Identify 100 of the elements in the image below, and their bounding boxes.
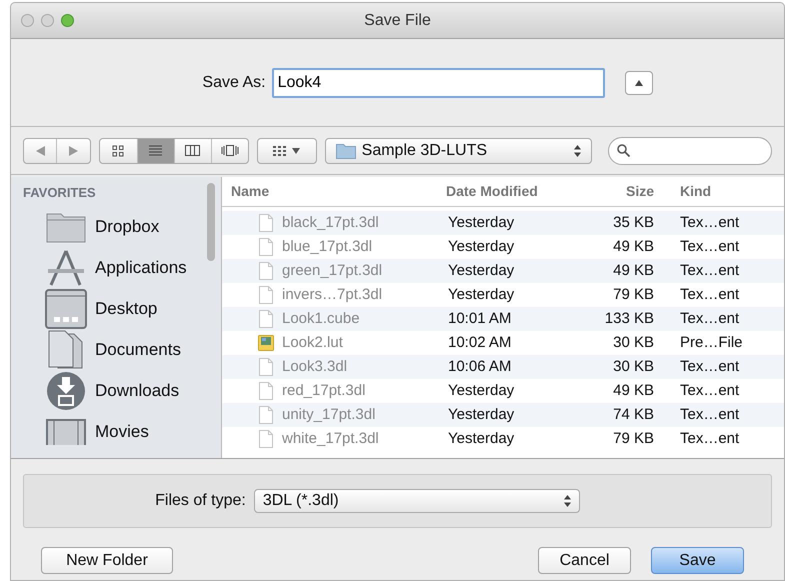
size-cell-text: 30 KB xyxy=(612,356,654,377)
document-icon xyxy=(259,430,273,448)
file-name: Look3.3dl xyxy=(282,356,348,377)
document-icon xyxy=(259,406,273,424)
date-cell-text: 10:02 AM xyxy=(447,332,512,353)
document-icon xyxy=(259,382,273,400)
close-button[interactable] xyxy=(21,14,34,27)
sidebar-item[interactable]: Documents xyxy=(23,330,207,370)
grid-icon xyxy=(273,146,286,156)
download-icon xyxy=(46,371,86,411)
file-row[interactable]: unity_17pt.3dl Yesterday 74 KB Tex…ent xyxy=(222,403,784,427)
icon-view-icon xyxy=(112,144,124,156)
kind-cell-text: Tex…ent xyxy=(680,308,740,329)
column-header[interactable]: Name xyxy=(222,181,436,202)
column-header[interactable]: Date Modified xyxy=(436,181,586,202)
kind-cell-text: Tex…ent xyxy=(680,212,740,233)
file-name: Look1.cube xyxy=(282,308,360,329)
scrollbar-thumb[interactable] xyxy=(207,183,215,261)
size-cell-text: 30 KB xyxy=(612,332,654,353)
file-name: Look2.lut xyxy=(282,332,343,353)
expand-button[interactable] xyxy=(624,70,653,94)
document-icon xyxy=(259,238,273,256)
list-view-icon xyxy=(149,145,162,156)
kind-cell-text: Tex…ent xyxy=(680,404,740,425)
size-cell-text: 79 KB xyxy=(612,428,654,449)
sidebar-item[interactable]: Dropbox xyxy=(23,206,207,248)
file-name: blue_17pt.3dl xyxy=(282,236,372,257)
document-icon xyxy=(259,286,273,304)
file-name: invers…7pt.3dl xyxy=(282,284,382,305)
size-cell-text: 79 KB xyxy=(612,284,654,305)
file-name: green_17pt.3dl xyxy=(282,260,382,281)
file-name: black_17pt.3dl xyxy=(282,212,379,233)
sidebar-heading: FAVORITES xyxy=(23,184,97,202)
date-cell-text: Yesterday xyxy=(447,404,516,425)
kind-cell-text: Tex…ent xyxy=(680,356,740,377)
document-icon xyxy=(259,262,273,280)
file-row[interactable]: Look1.cube 10:01 AM 133 KB Tex…ent xyxy=(222,307,784,331)
right-triangle-icon xyxy=(69,146,78,156)
search-field[interactable] xyxy=(608,136,772,164)
desktop-icon xyxy=(45,289,87,329)
up-down-arrows-icon xyxy=(564,495,571,507)
new-folder-button[interactable]: New Folder xyxy=(41,547,173,574)
size-cell-text: 74 KB xyxy=(612,404,654,425)
left-triangle-icon xyxy=(36,146,44,156)
image-file-icon xyxy=(258,335,274,351)
date-cell-text: Yesterday xyxy=(447,284,516,305)
kind-cell-text: Tex…ent xyxy=(680,284,740,305)
cover-flow-icon xyxy=(220,145,239,156)
window-title: Save File xyxy=(364,10,431,30)
arrange-button[interactable] xyxy=(256,138,317,164)
pencil-ruler-icon xyxy=(45,249,87,287)
date-cell-text: Yesterday xyxy=(447,428,516,449)
cancel-button[interactable]: Cancel xyxy=(538,547,631,574)
file-type-label: Files of type: xyxy=(155,491,246,511)
up-down-arrows-icon xyxy=(574,144,582,156)
caret-up-icon xyxy=(634,80,643,86)
search-icon xyxy=(617,144,630,157)
column-header[interactable]: Kind xyxy=(654,181,712,202)
zoom-button[interactable] xyxy=(61,14,74,27)
date-cell-text: Yesterday xyxy=(447,260,516,281)
save-button[interactable]: Save xyxy=(651,547,744,574)
kind-cell-text: Tex…ent xyxy=(680,428,740,449)
document-icon xyxy=(259,214,273,232)
size-cell-text: 35 KB xyxy=(612,212,654,233)
date-cell-text: Yesterday xyxy=(447,380,516,401)
kind-cell-text: Tex…ent xyxy=(680,236,740,257)
date-cell-text: Yesterday xyxy=(447,212,516,233)
file-row[interactable]: Look3.3dl 10:06 AM 30 KB Tex…ent xyxy=(222,355,784,379)
kind-cell-text: Pre…File xyxy=(680,332,743,353)
column-header[interactable]: Size xyxy=(586,181,654,202)
date-cell-text: 10:06 AM xyxy=(447,356,512,377)
file-name: unity_17pt.3dl xyxy=(282,404,376,425)
minimize-button[interactable] xyxy=(41,14,54,27)
kind-cell-text: Tex…ent xyxy=(680,380,740,401)
kind-cell-text: Tex…ent xyxy=(680,260,740,281)
file-row[interactable]: green_17pt.3dl Yesterday 49 KB Tex…ent xyxy=(222,259,784,283)
size-cell-text: 49 KB xyxy=(612,236,654,257)
document-icon xyxy=(259,310,273,328)
document-icon xyxy=(259,358,273,376)
save-as-label: Save As: xyxy=(202,72,266,92)
film-strip-icon xyxy=(46,419,86,445)
sidebar-item[interactable]: Applications xyxy=(23,248,207,288)
sidebar-item[interactable]: Downloads xyxy=(23,370,207,412)
file-type-popup[interactable]: 3DL (*.3dl) xyxy=(254,489,580,513)
save-as-field[interactable]: Look4 xyxy=(272,68,605,98)
date-cell-text: 10:01 AM xyxy=(447,308,512,329)
size-cell-text: 133 KB xyxy=(604,308,654,329)
view-mode-button[interactable] xyxy=(136,138,174,162)
size-cell-text: 49 KB xyxy=(612,260,654,281)
file-name: white_17pt.3dl xyxy=(282,428,379,449)
sidebar-item[interactable]: Movies xyxy=(23,412,207,452)
folder-icon xyxy=(336,142,356,158)
location-popup[interactable]: Sample 3D-LUTS xyxy=(324,138,592,164)
file-row[interactable]: black_17pt.3dl Yesterday 35 KB Tex…ent xyxy=(222,211,784,235)
sidebar-item[interactable]: Desktop xyxy=(23,288,207,330)
size-cell-text: 49 KB xyxy=(612,380,654,401)
column-view-icon xyxy=(185,145,200,156)
caret-down-icon xyxy=(292,148,300,154)
date-cell-text: Yesterday xyxy=(447,236,516,257)
file-name: red_17pt.3dl xyxy=(282,380,366,401)
